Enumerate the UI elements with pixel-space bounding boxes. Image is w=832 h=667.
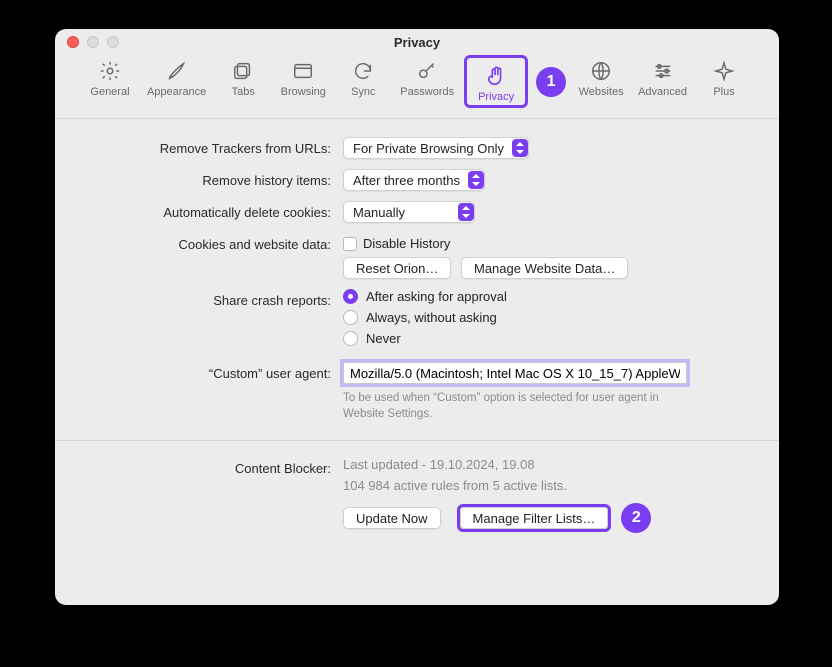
titlebar: Privacy bbox=[55, 29, 779, 55]
annotation-step1-badge: 1 bbox=[536, 67, 566, 97]
user-agent-hint: To be used when “Custom” option is selec… bbox=[343, 390, 687, 422]
section-divider bbox=[55, 440, 779, 441]
select-value: For Private Browsing Only bbox=[353, 141, 504, 156]
tab-label: Passwords bbox=[400, 86, 454, 98]
user-agent-label: “Custom” user agent: bbox=[95, 362, 343, 381]
auto-delete-cookies-select[interactable]: Manually bbox=[343, 201, 475, 223]
remove-history-label: Remove history items: bbox=[95, 169, 343, 188]
radio-label: After asking for approval bbox=[366, 289, 507, 304]
sparkle-icon bbox=[712, 59, 736, 83]
tab-appearance[interactable]: Appearance bbox=[143, 55, 210, 108]
user-agent-input[interactable] bbox=[343, 362, 687, 384]
manage-website-data-button[interactable]: Manage Website Data… bbox=[461, 257, 628, 279]
tabs-icon bbox=[231, 59, 255, 83]
tab-sync[interactable]: Sync bbox=[336, 55, 390, 108]
manage-filter-lists-button[interactable]: Manage Filter Lists… bbox=[460, 507, 609, 529]
preferences-toolbar: General Appearance Tabs Browsing Sync bbox=[55, 55, 779, 119]
disable-history-checkbox[interactable] bbox=[343, 237, 357, 251]
tab-label: Sync bbox=[351, 86, 375, 98]
annotation-step2-badge: 2 bbox=[621, 503, 651, 533]
chevron-updown-icon bbox=[468, 171, 484, 189]
preferences-body: Remove Trackers from URLs: For Private B… bbox=[55, 119, 779, 605]
tab-plus[interactable]: Plus bbox=[697, 55, 751, 108]
remove-trackers-label: Remove Trackers from URLs: bbox=[95, 137, 343, 156]
tab-tabs[interactable]: Tabs bbox=[216, 55, 270, 108]
chevron-updown-icon bbox=[512, 139, 528, 157]
tab-advanced[interactable]: Advanced bbox=[634, 55, 691, 108]
reset-orion-button[interactable]: Reset Orion… bbox=[343, 257, 451, 279]
crash-radio-never[interactable] bbox=[343, 331, 358, 346]
radio-label: Never bbox=[366, 331, 401, 346]
tab-label: Browsing bbox=[281, 86, 326, 98]
annotation-step1-box: Privacy bbox=[464, 55, 528, 108]
sliders-icon bbox=[651, 59, 675, 83]
remove-history-select[interactable]: After three months bbox=[343, 169, 485, 191]
tab-passwords[interactable]: Passwords bbox=[396, 55, 458, 108]
window-title: Privacy bbox=[55, 35, 779, 50]
tab-label: General bbox=[90, 86, 129, 98]
brush-icon bbox=[165, 59, 189, 83]
auto-delete-cookies-label: Automatically delete cookies: bbox=[95, 201, 343, 220]
tab-label: Plus bbox=[713, 86, 734, 98]
tab-label: Websites bbox=[579, 86, 624, 98]
sync-icon bbox=[351, 59, 375, 83]
window-icon bbox=[291, 59, 315, 83]
disable-history-label: Disable History bbox=[363, 236, 450, 251]
cookies-data-label: Cookies and website data: bbox=[95, 233, 343, 252]
content-blocker-updated: Last updated - 19.10.2024, 19.08 bbox=[343, 457, 739, 472]
remove-trackers-select[interactable]: For Private Browsing Only bbox=[343, 137, 529, 159]
tab-browsing[interactable]: Browsing bbox=[276, 55, 330, 108]
tab-label: Appearance bbox=[147, 86, 206, 98]
tab-label: Tabs bbox=[232, 86, 255, 98]
content-blocker-rule-count: 104 984 active rules from 5 active lists… bbox=[343, 478, 739, 493]
annotation-step2-box: Manage Filter Lists… bbox=[457, 504, 612, 532]
tab-general[interactable]: General bbox=[83, 55, 137, 108]
tab-label: Advanced bbox=[638, 86, 687, 98]
update-now-button[interactable]: Update Now bbox=[343, 507, 441, 529]
tab-websites[interactable]: Websites bbox=[574, 55, 628, 108]
select-value: After three months bbox=[353, 173, 460, 188]
crash-radio-after-asking[interactable] bbox=[343, 289, 358, 304]
select-value: Manually bbox=[353, 205, 405, 220]
globe-icon bbox=[589, 59, 613, 83]
key-icon bbox=[415, 59, 439, 83]
content-blocker-label: Content Blocker: bbox=[95, 457, 343, 476]
radio-label: Always, without asking bbox=[366, 310, 497, 325]
crash-reports-label: Share crash reports: bbox=[95, 289, 343, 308]
tab-label: Privacy bbox=[478, 91, 514, 103]
gear-icon bbox=[98, 59, 122, 83]
chevron-updown-icon bbox=[458, 203, 474, 221]
hand-icon bbox=[484, 64, 508, 88]
crash-radio-always[interactable] bbox=[343, 310, 358, 325]
tab-privacy[interactable]: Privacy bbox=[469, 60, 523, 105]
preferences-window: Privacy General Appearance Tabs Browsi bbox=[55, 29, 779, 605]
